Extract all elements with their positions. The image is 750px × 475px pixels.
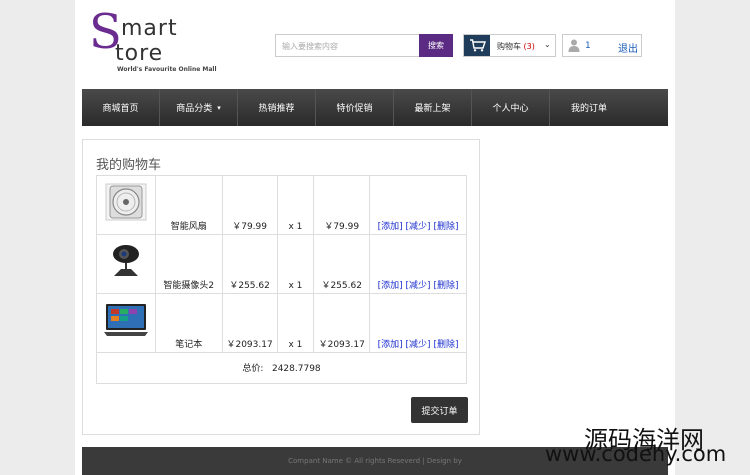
reduce-link[interactable]: [减少] (406, 340, 431, 350)
cart-icon (464, 35, 490, 56)
add-link[interactable]: [添加] (378, 281, 403, 291)
item-image-cell (96, 175, 156, 235)
search-placeholder: 输入要搜索内容 (282, 42, 338, 51)
panel-title: 我的购物车 (96, 158, 162, 173)
cart-count: (3) (523, 42, 535, 51)
nav-account-label: 个人中心 (492, 104, 529, 114)
item-subtotal: ￥255.62 (313, 234, 371, 294)
nav-account[interactable]: 个人中心 (472, 89, 550, 126)
item-ops: [添加] [减少] [删除] (369, 234, 467, 294)
page: S mart tore World's Favourite Online Mal… (75, 0, 675, 475)
user-id-link[interactable]: 1 (585, 41, 591, 51)
fan-image[interactable] (104, 183, 148, 221)
nav-categories-label: 商品分类 (176, 104, 213, 114)
item-subtotal: ￥2093.17 (313, 293, 371, 353)
item-subtotal: ￥79.99 (313, 175, 371, 235)
nav-orders-label: 我的订单 (570, 104, 607, 114)
item-name: 智能摄像头2 (154, 234, 223, 294)
reduce-link[interactable]: [减少] (406, 281, 431, 291)
total-row: 总价: 2428.7798 (96, 352, 467, 384)
logout-link[interactable]: 退出 (618, 40, 638, 55)
nav-categories[interactable]: 商品分类 ▾ (160, 89, 238, 126)
nav-home[interactable]: 商城首页 (82, 89, 160, 126)
delete-link[interactable]: [删除] (433, 281, 458, 291)
cart-label-wrap: 购物车 (3) (497, 41, 535, 52)
nav-orders[interactable]: 我的订单 (550, 89, 628, 126)
cart-dropdown[interactable]: 购物车 (3) ⌄ (463, 34, 556, 57)
laptop-image[interactable] (102, 301, 150, 339)
nav-deals-label: 特价促销 (336, 104, 373, 114)
item-image-cell (96, 234, 156, 294)
item-ops: [添加] [减少] [删除] (369, 293, 467, 353)
item-image-cell (96, 293, 156, 353)
total-cell: 总价: 2428.7798 (96, 352, 467, 384)
nav-hot-label: 热销推荐 (258, 104, 295, 114)
item-price: ￥2093.17 (221, 293, 278, 353)
main-nav: 商城首页 商品分类 ▾ 热销推荐 特价促销 最新上架 个人中心 我的订单 (82, 89, 668, 126)
table-row: 智能摄像头2 ￥255.62 x 1 ￥255.62 [添加] [减少] [删除… (96, 234, 467, 294)
item-price: ￥255.62 (221, 234, 278, 294)
delete-link[interactable]: [删除] (433, 222, 458, 232)
submit-order-button[interactable]: 提交订单 (411, 397, 468, 423)
table-row: 智能风扇 ￥79.99 x 1 ￥79.99 [添加] [减少] [删除] (96, 175, 467, 235)
reduce-link[interactable]: [减少] (406, 222, 431, 232)
total-label: 总价: (242, 363, 264, 374)
add-link[interactable]: [添加] (378, 340, 403, 350)
cart-panel: 我的购物车 智能风扇 ￥79.99 x 1 ￥79.99 [添加] [减少] [… (82, 139, 480, 435)
item-qty: x 1 (276, 175, 315, 235)
nav-hot[interactable]: 热销推荐 (238, 89, 316, 126)
add-link[interactable]: [添加] (378, 222, 403, 232)
cart-label: 购物车 (497, 42, 521, 51)
search-input[interactable]: 输入要搜索内容 (275, 34, 420, 57)
logo-word-tore: tore (115, 41, 164, 66)
item-ops: [添加] [减少] [删除] (369, 175, 467, 235)
nav-new-label: 最新上架 (414, 104, 451, 114)
nav-deals[interactable]: 特价促销 (316, 89, 394, 126)
caret-down-icon: ▾ (217, 103, 221, 112)
search-button[interactable]: 搜索 (419, 34, 453, 57)
item-price: ￥79.99 (221, 175, 278, 235)
chevron-down-icon: ⌄ (544, 40, 551, 49)
total-value: 2428.7798 (271, 363, 321, 374)
item-qty: x 1 (276, 293, 315, 353)
nav-new[interactable]: 最新上架 (394, 89, 472, 126)
item-name: 笔记本 (154, 293, 223, 353)
item-name: 智能风扇 (154, 175, 223, 235)
delete-link[interactable]: [删除] (433, 340, 458, 350)
item-qty: x 1 (276, 234, 315, 294)
cart-table: 智能风扇 ￥79.99 x 1 ￥79.99 [添加] [减少] [删除] 智能… (96, 175, 467, 384)
nav-home-label: 商城首页 (102, 104, 139, 114)
logo-tagline: World's Favourite Online Mall (117, 66, 217, 73)
user-icon (568, 39, 580, 52)
site-logo[interactable]: S mart tore World's Favourite Online Mal… (89, 8, 229, 73)
watermark-url: www.codehy.com (545, 442, 727, 466)
logo-word-mart: mart (121, 16, 178, 41)
table-row: 笔记本 ￥2093.17 x 1 ￥2093.17 [添加] [减少] [删除] (96, 293, 467, 353)
webcam-image[interactable] (104, 242, 148, 280)
user-panel: 1 退出 (562, 34, 642, 57)
